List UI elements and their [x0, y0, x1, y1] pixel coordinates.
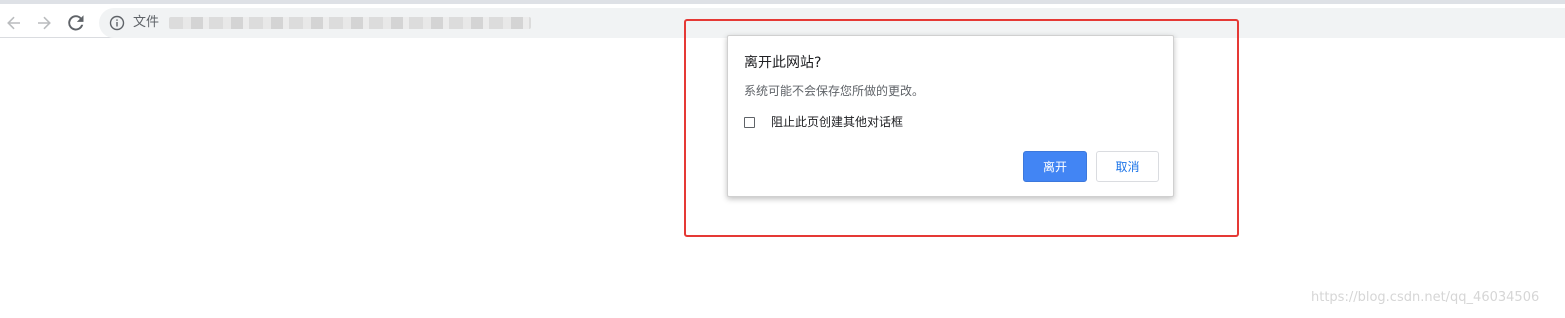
blurred-url	[169, 17, 531, 29]
arrow-right-icon	[38, 16, 51, 30]
prevent-dialogs-checkbox[interactable]	[744, 116, 755, 128]
info-icon[interactable]	[109, 15, 125, 31]
prevent-dialogs-label[interactable]: 阻止此页创建其他对话框	[771, 114, 903, 130]
cancel-button[interactable]: 取消	[1096, 151, 1159, 182]
leave-site-dialog: 离开此网站? 系统可能不会保存您所做的更改。 阻止此页创建其他对话框 离开 取消	[727, 35, 1174, 197]
url-scheme-label: 文件	[133, 15, 160, 30]
leave-button[interactable]: 离开	[1023, 151, 1087, 182]
dialog-title: 离开此网站?	[744, 55, 822, 71]
back-button[interactable]	[3, 12, 25, 34]
dialog-message: 系统可能不会保存您所做的更改。	[744, 84, 925, 98]
arrow-left-icon	[7, 16, 20, 30]
reload-button[interactable]	[65, 12, 87, 34]
reload-icon	[68, 15, 84, 31]
watermark-text: https://blog.csdn.net/qq_46034506	[1311, 290, 1540, 305]
prevent-dialogs-checkbox-row[interactable]: 阻止此页创建其他对话框	[744, 114, 903, 130]
forward-button[interactable]	[33, 12, 55, 34]
